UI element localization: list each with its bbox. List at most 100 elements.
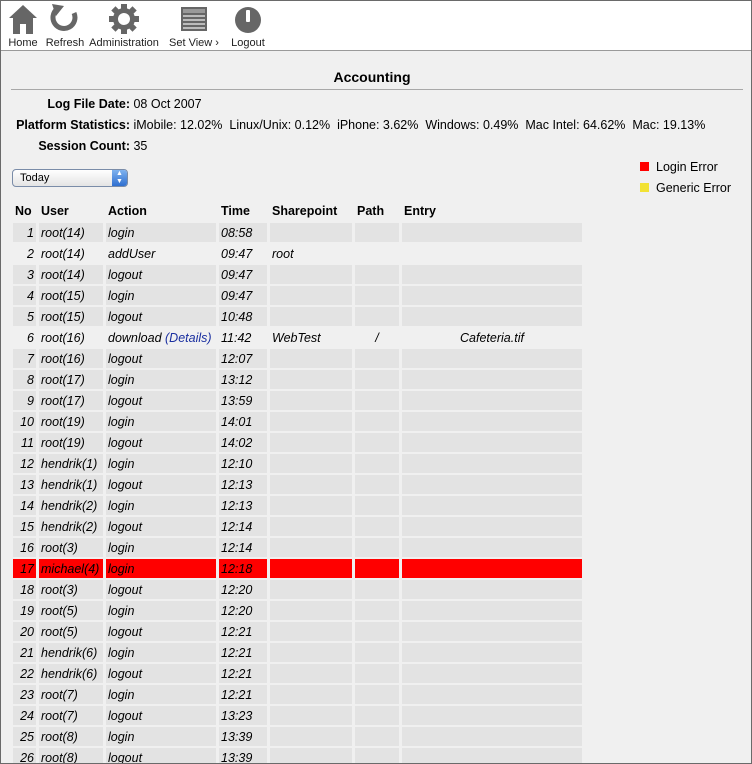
cell-path — [355, 727, 399, 746]
table-row[interactable]: 15 hendrik(2) logout 12:14 — [13, 517, 582, 536]
period-select[interactable]: Today ▲ ▼ — [12, 169, 128, 187]
table-row[interactable]: 16 root(3) login 12:14 — [13, 538, 582, 557]
table-body: 1 root(14) login 08:58 2 root(14) addUser 09:47… — [13, 223, 582, 763]
table-row[interactable]: 3 root(14) logout 09:47 — [13, 265, 582, 284]
table-row[interactable]: 2 root(14) addUser 09:47 root — [13, 244, 582, 263]
cell-user: hendrik(6) — [39, 664, 103, 683]
action-text: logout — [108, 624, 143, 639]
refresh-icon — [50, 4, 78, 31]
cell-sharepoint — [270, 475, 352, 494]
cell-time: 13:59 — [219, 391, 267, 410]
cell-no: 20 — [13, 622, 36, 641]
logout-button[interactable]: Logout — [229, 3, 267, 49]
cell-no: 9 — [13, 391, 36, 410]
cell-no: 15 — [13, 517, 36, 536]
set-view-button[interactable]: Set View › — [167, 3, 221, 49]
cell-user: root(8) — [39, 727, 103, 746]
cell-time: 13:39 — [219, 727, 267, 746]
table-row[interactable]: 12 hendrik(1) login 12:10 — [13, 454, 582, 473]
cell-time: 12:21 — [219, 622, 267, 641]
cell-action: login — [106, 685, 216, 704]
refresh-label: Refresh — [45, 37, 85, 49]
details-link[interactable]: (Details) — [165, 331, 212, 345]
cell-entry — [402, 538, 582, 557]
table-row[interactable]: 10 root(19) login 14:01 — [13, 412, 582, 431]
title-divider — [11, 89, 743, 90]
table-row[interactable]: 1 root(14) login 08:58 — [13, 223, 582, 242]
cell-path — [355, 643, 399, 662]
cell-no: 6 — [27, 330, 34, 345]
action-text: download — [108, 330, 162, 345]
cell-action: login — [106, 286, 216, 305]
cell-action: logout — [106, 307, 216, 326]
home-button[interactable]: Home — [7, 3, 39, 49]
action-text: logout — [108, 708, 143, 723]
table-row[interactable]: 26 root(8) logout 13:39 — [13, 748, 582, 763]
cell-user: root(16) — [41, 330, 85, 345]
cell-path — [355, 307, 399, 326]
table-row[interactable]: 11 root(19) logout 14:02 — [13, 433, 582, 452]
table-row[interactable]: 9 root(17) logout 13:59 — [13, 391, 582, 410]
cell-action: logout — [106, 265, 216, 284]
table-row[interactable]: 4 root(15) login 09:47 — [13, 286, 582, 305]
table-row[interactable]: 18 root(3) logout 12:20 — [13, 580, 582, 599]
cell-entry — [402, 265, 582, 284]
cell-time: 12:14 — [219, 517, 267, 536]
cell-time: 10:48 — [219, 307, 267, 326]
cell-path — [355, 685, 399, 704]
administration-button[interactable]: Administration — [89, 3, 159, 49]
cell-sharepoint — [270, 727, 352, 746]
page-title: Accounting — [333, 69, 411, 85]
cell-user: root(19) — [39, 412, 103, 431]
table-row[interactable]: 14 hendrik(2) login 12:13 — [13, 496, 582, 515]
table-row[interactable]: 25 root(8) login 13:39 — [13, 727, 582, 746]
cell-user: root(3) — [39, 580, 103, 599]
table-row[interactable]: 20 root(5) logout 12:21 — [13, 622, 582, 641]
cell-entry — [402, 748, 582, 763]
table-row[interactable]: 24 root(7) logout 13:23 — [13, 706, 582, 725]
table-row[interactable]: 5 root(15) logout 10:48 — [13, 307, 582, 326]
cell-entry — [402, 244, 582, 263]
cell-entry — [402, 685, 582, 704]
table-row[interactable]: 6 root(16) download (Details) 11:42 WebTest /… — [13, 328, 582, 347]
cell-path — [355, 559, 399, 578]
cell-user: hendrik(2) — [39, 517, 103, 536]
cell-path — [355, 454, 399, 473]
toolbar: Home Refresh Administration Set View › L… — [1, 1, 751, 51]
platform-statistics: Platform Statistics: iMobile: 12.02% Lin… — [10, 118, 705, 132]
cell-path: / — [375, 330, 379, 345]
legend-login-error: Login Error — [640, 160, 718, 174]
col-action: Action — [108, 204, 147, 218]
cell-sharepoint — [270, 559, 352, 578]
cell-action: login — [106, 454, 216, 473]
cell-user: root(17) — [39, 391, 103, 410]
refresh-button[interactable]: Refresh — [45, 3, 85, 49]
table-row[interactable]: 23 root(7) login 12:21 — [13, 685, 582, 704]
table-row[interactable]: 7 root(16) logout 12:07 — [13, 349, 582, 368]
col-user: User — [41, 204, 69, 218]
table-row[interactable]: 13 hendrik(1) logout 12:13 — [13, 475, 582, 494]
cell-time: 09:47 — [219, 265, 267, 284]
select-arrows-icon: ▲ ▼ — [112, 170, 127, 186]
table-row[interactable]: 21 hendrik(6) login 12:21 — [13, 643, 582, 662]
table-row[interactable]: 17 michael(4) login 12:18 — [13, 559, 582, 578]
table-row[interactable]: 19 root(5) login 12:20 — [13, 601, 582, 620]
cell-action: logout — [106, 706, 216, 725]
cell-entry: Cafeteria.tif — [460, 330, 524, 345]
cell-entry — [402, 223, 582, 242]
col-entry: Entry — [404, 204, 436, 218]
action-text: logout — [108, 351, 143, 366]
col-time: Time — [221, 204, 250, 218]
cell-user: michael(4) — [39, 559, 103, 578]
cell-path — [355, 622, 399, 641]
cell-time: 13:12 — [219, 370, 267, 389]
cell-user: root(5) — [39, 601, 103, 620]
cell-sharepoint — [270, 580, 352, 599]
table-row[interactable]: 8 root(17) login 13:12 — [13, 370, 582, 389]
cell-entry — [402, 622, 582, 641]
cell-user: root(19) — [39, 433, 103, 452]
cell-time: 12:21 — [219, 643, 267, 662]
cell-user: hendrik(1) — [39, 454, 103, 473]
table-row[interactable]: 22 hendrik(6) logout 12:21 — [13, 664, 582, 683]
cell-entry — [402, 580, 582, 599]
